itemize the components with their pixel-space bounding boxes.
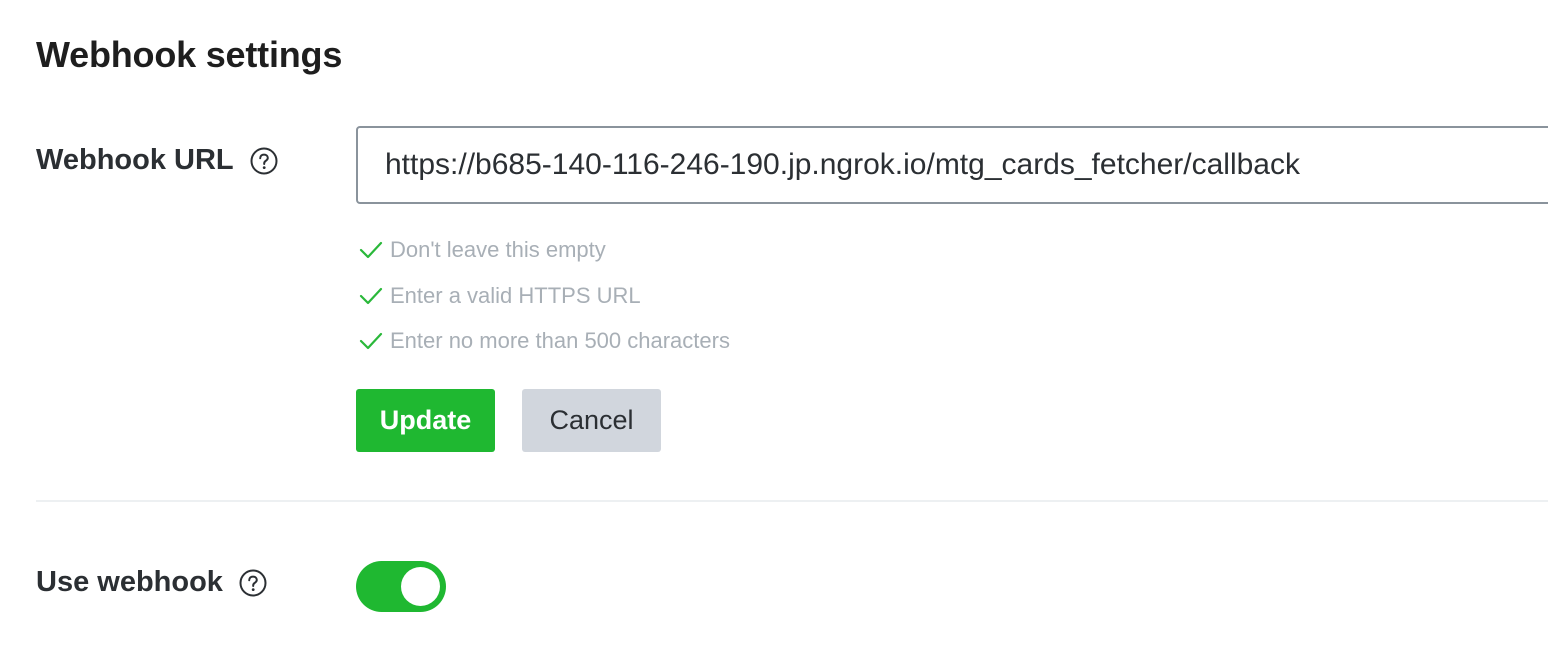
validation-rules-list: Don't leave this empty Enter a valid HTT… <box>358 236 730 373</box>
update-button[interactable]: Update <box>356 389 495 452</box>
section-divider <box>36 500 1548 502</box>
validation-rule: Don't leave this empty <box>358 236 730 264</box>
question-circle-icon[interactable] <box>250 147 278 175</box>
validation-rule-text: Enter no more than 500 characters <box>390 328 730 353</box>
use-webhook-toggle[interactable] <box>356 561 446 612</box>
check-icon <box>358 330 384 352</box>
use-webhook-label: Use webhook <box>36 566 223 598</box>
validation-rule-text: Enter a valid HTTPS URL <box>390 282 641 308</box>
webhook-url-label: Webhook URL <box>36 144 234 176</box>
validation-rule: Enter no more than 500 characters <box>358 327 730 355</box>
cancel-button[interactable]: Cancel <box>522 389 661 452</box>
toggle-knob <box>401 567 440 606</box>
webhook-url-row-label: Webhook URL <box>36 144 278 177</box>
validation-rule-text: Don't leave this empty <box>390 237 606 262</box>
check-icon <box>358 285 384 307</box>
section-title: Webhook settings <box>36 34 343 75</box>
check-icon <box>358 239 384 261</box>
webhook-url-input[interactable] <box>356 126 1548 204</box>
webhook-settings-page: Webhook settings Webhook URL Don't leave… <box>0 0 1548 646</box>
validation-rule: Enter a valid HTTPS URL <box>358 282 730 310</box>
question-circle-icon[interactable] <box>239 569 267 597</box>
use-webhook-row-label: Use webhook <box>36 566 267 599</box>
